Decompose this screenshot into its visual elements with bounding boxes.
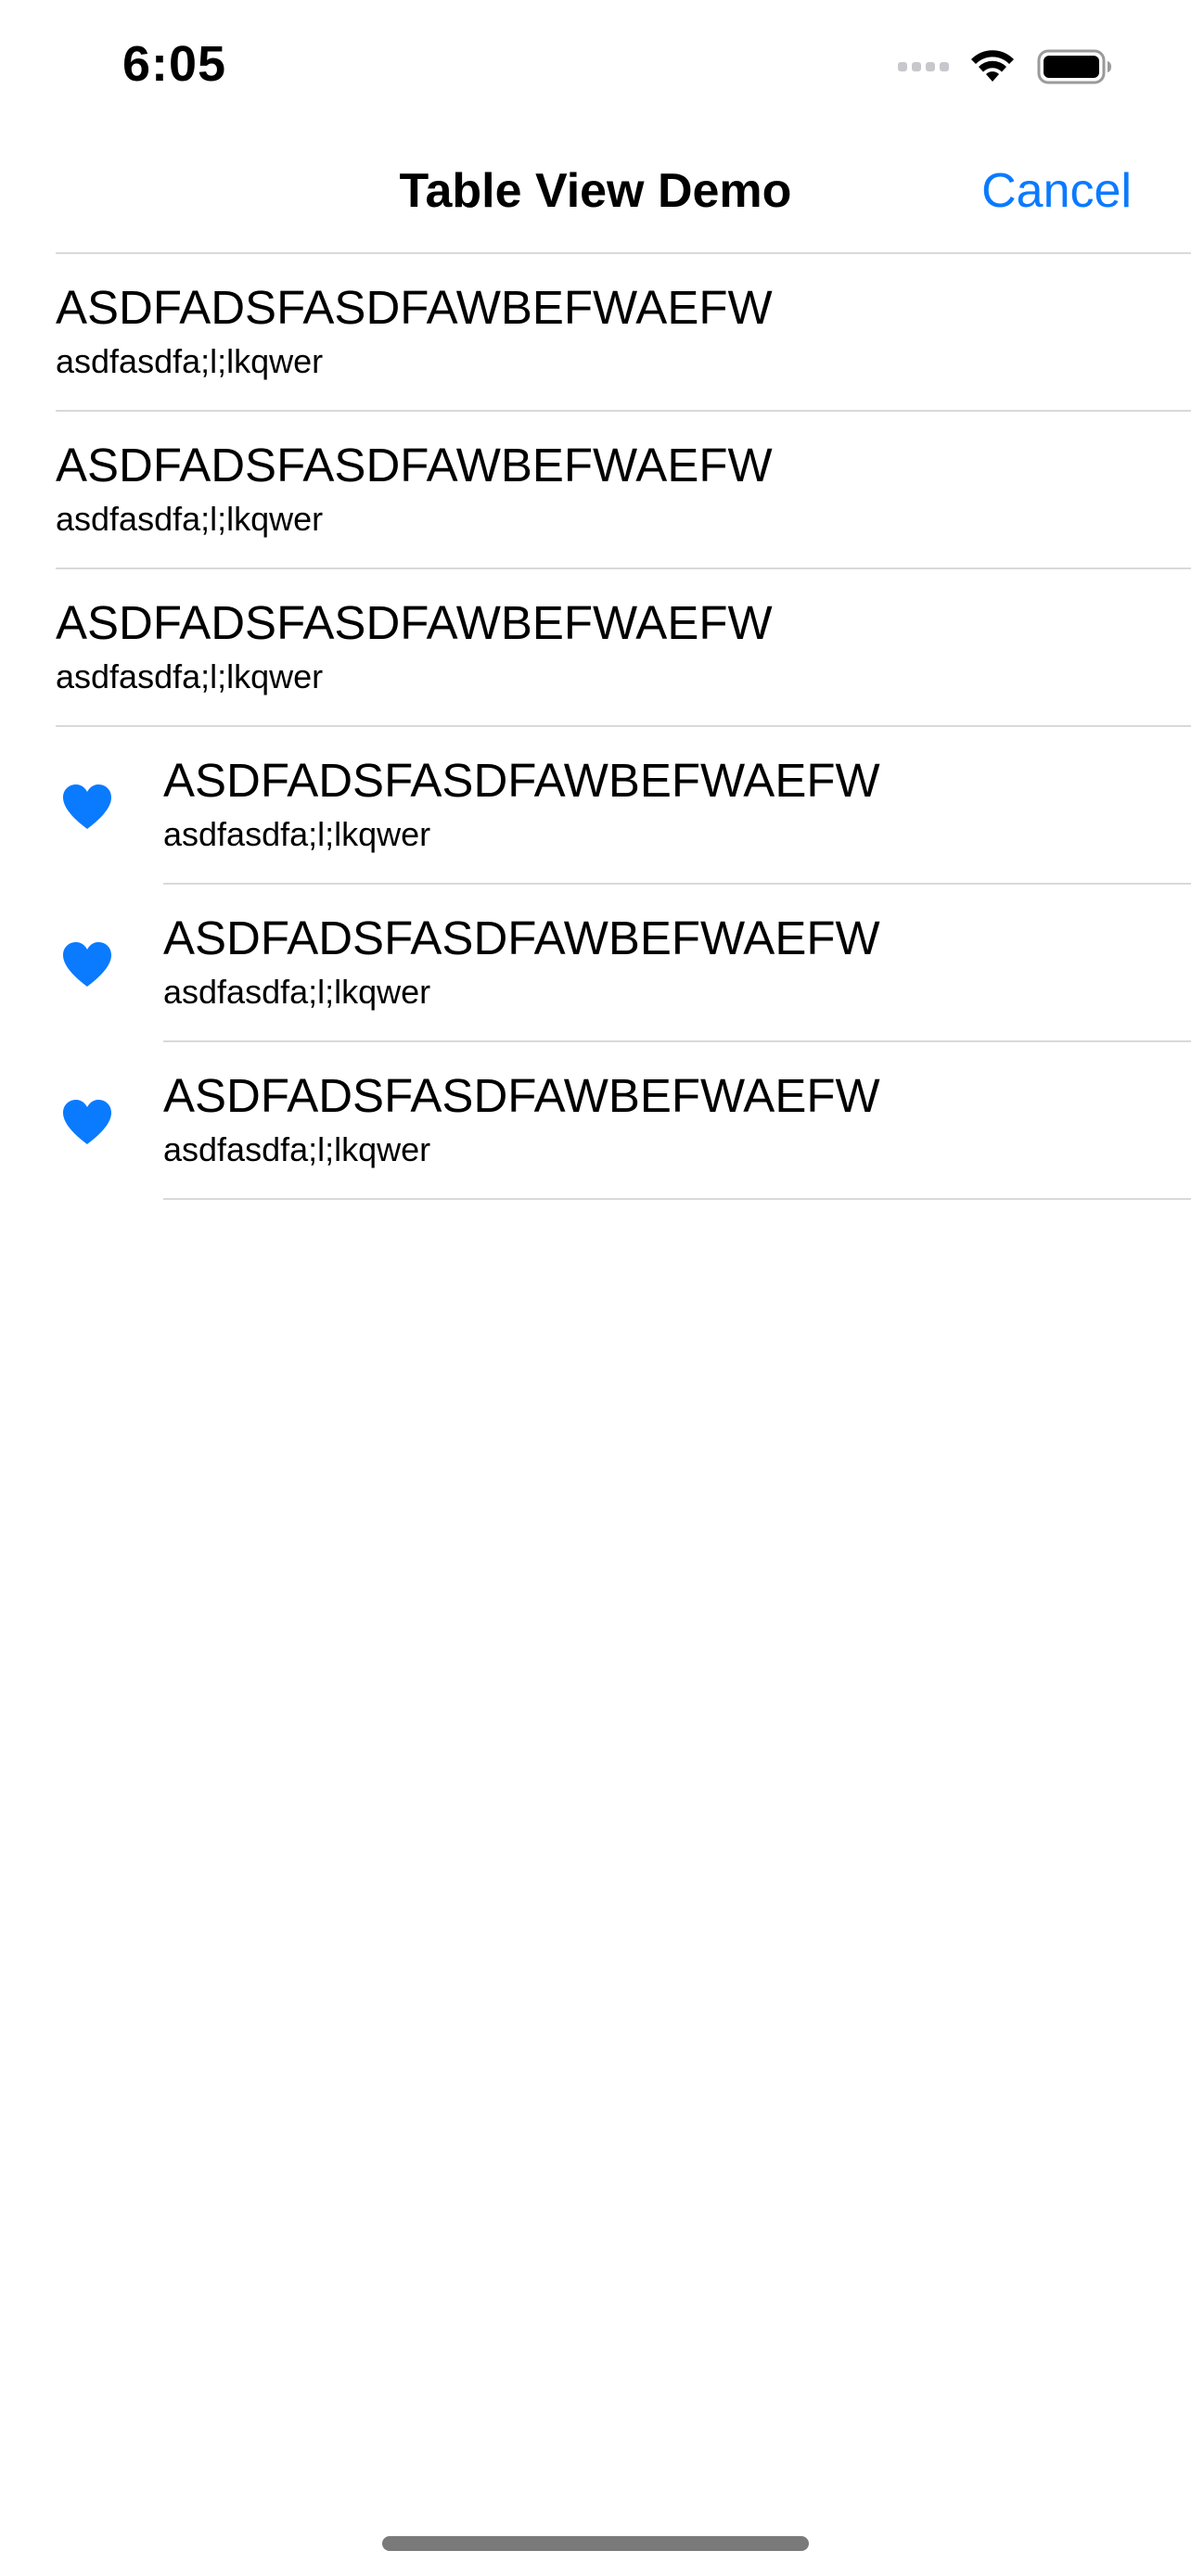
status-time: 6:05 — [122, 36, 227, 92]
row-title: ASDFADSFASDFAWBEFWAEFW — [163, 912, 880, 964]
heart-icon — [63, 1100, 111, 1144]
heart-icon — [63, 784, 111, 829]
row-title: ASDFADSFASDFAWBEFWAEFW — [163, 1069, 880, 1122]
row-title: ASDFADSFASDFAWBEFWAEFW — [56, 281, 773, 334]
row-separator — [163, 1198, 1191, 1200]
cancel-button[interactable]: Cancel — [981, 163, 1132, 219]
table-row[interactable]: ASDFADSFASDFAWBEFWAEFW asdfasdfa;l;lkqwe… — [0, 412, 1191, 569]
row-subtitle: asdfasdfa;l;lkqwer — [163, 973, 431, 1011]
row-subtitle: asdfasdfa;l;lkqwer — [163, 815, 431, 853]
status-bar: 6:05 — [0, 0, 1191, 130]
home-indicator[interactable] — [382, 2536, 809, 2551]
row-subtitle: asdfasdfa;l;lkqwer — [56, 342, 324, 380]
table-row[interactable]: ASDFADSFASDFAWBEFWAEFW asdfasdfa;l;lkqwe… — [0, 1042, 1191, 1200]
row-title: ASDFADSFASDFAWBEFWAEFW — [56, 439, 773, 491]
battery-icon — [1037, 49, 1111, 84]
table-view: ASDFADSFASDFAWBEFWAEFW asdfasdfa;l;lkqwe… — [0, 252, 1191, 1200]
row-subtitle: asdfasdfa;l;lkqwer — [163, 1130, 431, 1168]
row-title: ASDFADSFASDFAWBEFWAEFW — [163, 754, 880, 807]
table-row[interactable]: ASDFADSFASDFAWBEFWAEFW asdfasdfa;l;lkqwe… — [0, 569, 1191, 727]
wifi-icon — [971, 50, 1014, 82]
heart-icon — [63, 942, 111, 987]
table-row[interactable]: ASDFADSFASDFAWBEFWAEFW asdfasdfa;l;lkqwe… — [0, 254, 1191, 412]
status-icons — [898, 41, 1113, 93]
navigation-bar: Table View Demo Cancel — [0, 130, 1191, 252]
row-subtitle: asdfasdfa;l;lkqwer — [56, 657, 324, 695]
row-subtitle: asdfasdfa;l;lkqwer — [56, 500, 324, 538]
cellular-signal-icon — [898, 62, 954, 71]
table-row[interactable]: ASDFADSFASDFAWBEFWAEFW asdfasdfa;l;lkqwe… — [0, 727, 1191, 885]
row-title: ASDFADSFASDFAWBEFWAEFW — [56, 596, 773, 649]
table-row[interactable]: ASDFADSFASDFAWBEFWAEFW asdfasdfa;l;lkqwe… — [0, 885, 1191, 1042]
